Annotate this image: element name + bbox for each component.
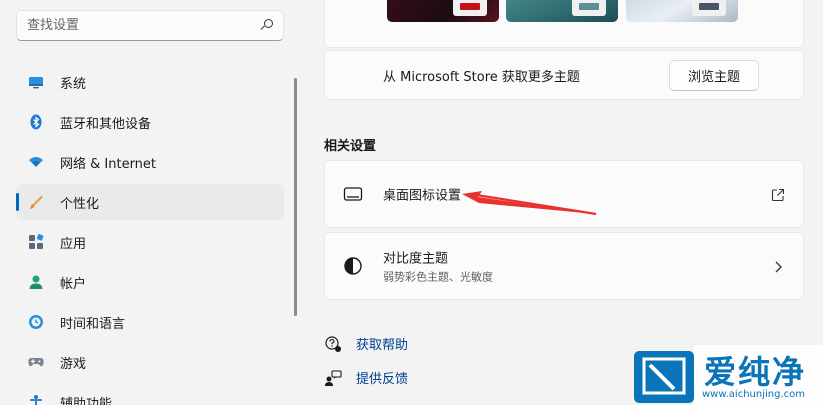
sidebar-item-time-language[interactable]: 时间和语言	[16, 304, 284, 340]
sidebar-item-gaming[interactable]: 游戏	[16, 344, 284, 380]
sidebar-item-label: 个性化	[60, 196, 100, 212]
sidebar-item-label: 网络 & Internet	[60, 156, 157, 172]
chevron-right-icon[interactable]	[771, 259, 785, 273]
sidebar-item-label: 帐户	[60, 276, 87, 292]
sidebar-item-label: 应用	[60, 236, 87, 252]
card-title: 对比度主题	[383, 251, 449, 267]
related-settings-title: 相关设置	[324, 139, 377, 154]
give-feedback-link[interactable]: 提供反馈	[324, 368, 408, 387]
theme-swatch	[572, 0, 606, 16]
sidebar-item-system[interactable]: 系统	[16, 64, 284, 100]
sidebar-item-accounts[interactable]: 帐户	[16, 264, 284, 300]
nav-list: 系统 蓝牙和其他设备 网络 & Internet 个性化 应用 帐户 时间和语言…	[16, 64, 284, 405]
card-subtitle: 弱势彩色主题、光敏度	[383, 270, 493, 284]
gamepad-icon	[28, 354, 44, 370]
sidebar-scrollbar[interactable]	[294, 78, 297, 316]
browse-themes-button[interactable]: 浏览主题	[669, 60, 759, 91]
sidebar-item-label: 蓝牙和其他设备	[60, 116, 152, 132]
contrast-icon	[343, 256, 363, 276]
feedback-icon	[324, 369, 342, 387]
theme-thumbnail[interactable]	[387, 0, 499, 22]
theme-gallery	[324, 0, 804, 48]
desktop-icon	[343, 184, 363, 204]
watermark-logo: 爱纯净 www.aichunjing.com	[628, 345, 823, 405]
theme-thumbnail[interactable]	[506, 0, 618, 22]
watermark-url: www.aichunjing.com	[702, 389, 805, 400]
theme-swatch	[692, 0, 726, 16]
help-icon	[324, 335, 342, 353]
desktop-icon-settings-card[interactable]: 桌面图标设置	[324, 160, 804, 228]
sidebar-item-personalization[interactable]: 个性化	[16, 184, 284, 220]
store-themes-row: 从 Microsoft Store 获取更多主题 浏览主题	[324, 50, 804, 100]
sidebar-item-label: 辅助功能	[60, 396, 113, 405]
sidebar-item-network[interactable]: 网络 & Internet	[16, 144, 284, 180]
theme-swatch	[453, 0, 487, 16]
apps-icon	[28, 234, 44, 250]
get-help-link[interactable]: 获取帮助	[324, 334, 408, 353]
brush-icon	[28, 194, 44, 210]
search-input[interactable]	[27, 18, 259, 33]
accessibility-icon	[28, 394, 44, 405]
sidebar-item-label: 系统	[60, 76, 87, 92]
sidebar-item-apps[interactable]: 应用	[16, 224, 284, 260]
wifi-icon	[28, 154, 44, 170]
sidebar-item-label: 时间和语言	[60, 316, 126, 332]
contrast-themes-card[interactable]: 对比度主题 弱势彩色主题、光敏度	[324, 232, 804, 300]
store-themes-text: 从 Microsoft Store 获取更多主题	[383, 69, 580, 85]
sidebar-item-bluetooth[interactable]: 蓝牙和其他设备	[16, 104, 284, 140]
monitor-icon	[28, 74, 44, 90]
watermark-brand: 爱纯净	[704, 353, 807, 391]
person-icon	[28, 274, 44, 290]
sidebar-item-accessibility[interactable]: 辅助功能	[16, 384, 284, 405]
card-title: 桌面图标设置	[383, 188, 462, 204]
sidebar: 系统 蓝牙和其他设备 网络 & Internet 个性化 应用	[0, 0, 300, 405]
theme-thumbnail[interactable]	[626, 0, 738, 22]
link-label: 提供反馈	[356, 372, 409, 387]
search-box[interactable]	[16, 10, 284, 41]
globe-clock-icon	[28, 314, 44, 330]
bluetooth-icon	[28, 114, 44, 130]
external-link-icon[interactable]	[771, 187, 785, 202]
link-label: 获取帮助	[356, 338, 409, 353]
search-icon[interactable]	[259, 18, 273, 33]
sidebar-item-label: 游戏	[60, 356, 87, 372]
